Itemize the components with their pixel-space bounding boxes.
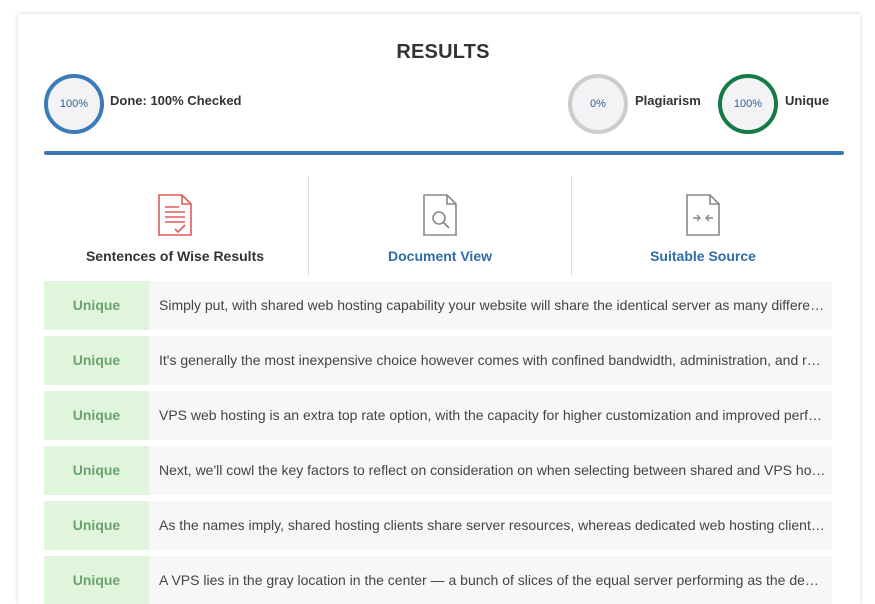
status-badge: Unique	[44, 336, 149, 385]
document-check-icon	[158, 194, 192, 236]
tab-label-suitable-source: Suitable Source	[650, 248, 756, 264]
tab-document-view[interactable]: Document View	[308, 176, 571, 276]
status-badge: Unique	[44, 446, 149, 495]
tab-label-document-view: Document View	[388, 248, 492, 264]
result-tabs: Sentences of Wise Results Document View …	[44, 176, 834, 276]
sentence-text: A VPS lies in the gray location in the c…	[159, 572, 826, 588]
document-compare-icon	[686, 194, 720, 236]
status-badge: Unique	[44, 556, 149, 604]
done-percent: 100%	[59, 98, 89, 110]
result-row[interactable]: Unique VPS web hosting is an extra top r…	[44, 391, 832, 440]
unique-ring: 100%	[718, 74, 778, 134]
result-row[interactable]: Unique Next, we'll cowl the key factors …	[44, 446, 832, 495]
done-label: Done: 100% Checked	[110, 93, 242, 108]
sentence-text: VPS web hosting is an extra top rate opt…	[159, 407, 826, 423]
unique-label: Unique	[785, 93, 830, 108]
plagiarism-label: Plagiarism	[635, 93, 701, 108]
sentence-text: It's generally the most inexpensive choi…	[159, 352, 826, 368]
sentence-text: As the names imply, shared hosting clien…	[159, 517, 826, 533]
status-badge: Unique	[44, 281, 149, 330]
plagiarism-ring: 0%	[568, 74, 628, 134]
tab-sentences-results[interactable]: Sentences of Wise Results	[44, 176, 306, 276]
unique-percent: 100%	[733, 98, 763, 110]
result-row[interactable]: Unique Simply put, with shared web hosti…	[44, 281, 832, 330]
result-row[interactable]: Unique A VPS lies in the gray location i…	[44, 556, 832, 604]
tab-suitable-source[interactable]: Suitable Source	[571, 176, 834, 276]
tab-label-sentences: Sentences of Wise Results	[85, 248, 265, 264]
result-row[interactable]: Unique As the names imply, shared hostin…	[44, 501, 832, 550]
result-row[interactable]: Unique It's generally the most inexpensi…	[44, 336, 832, 385]
results-card: RESULTS 100% Done: 100% Checked 0% Plagi…	[18, 14, 860, 604]
sentence-text: Next, we'll cowl the key factors to refl…	[159, 462, 826, 478]
document-search-icon	[423, 194, 457, 236]
status-badge: Unique	[44, 391, 149, 440]
check-progress-bar	[44, 151, 844, 155]
status-badge: Unique	[44, 501, 149, 550]
plagiarism-percent: 0%	[590, 98, 606, 110]
sentence-text: Simply put, with shared web hosting capa…	[159, 297, 826, 313]
done-ring: 100%	[44, 74, 104, 134]
results-title: RESULTS	[396, 41, 490, 63]
